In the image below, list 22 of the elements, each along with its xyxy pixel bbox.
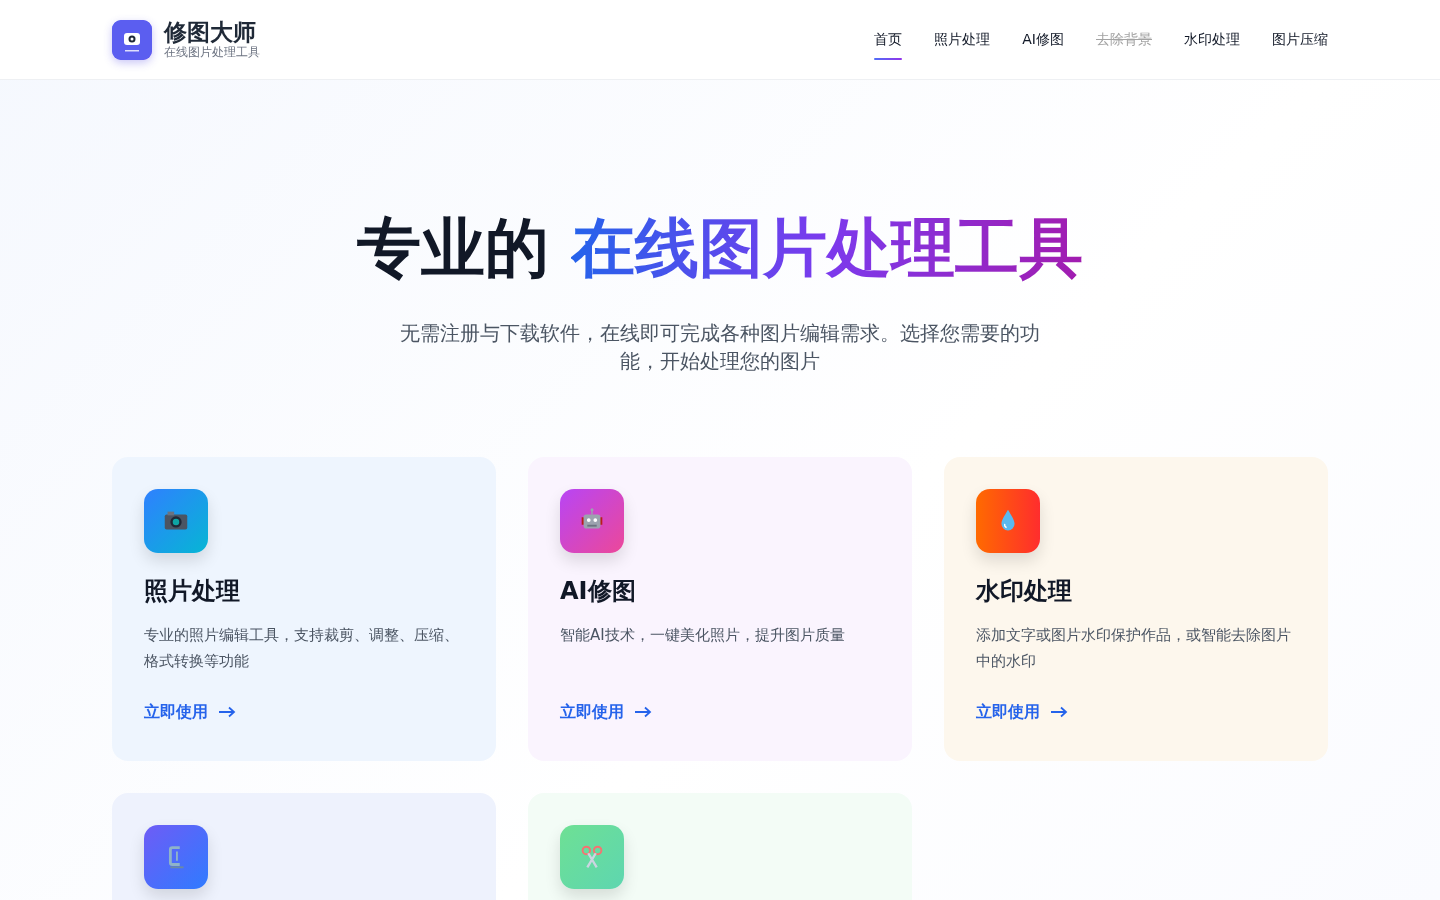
arrow-right-icon — [218, 705, 236, 718]
logo-icon — [112, 19, 152, 60]
feature-title: AI修图 — [560, 576, 637, 606]
nav-link[interactable]: 图片压缩 — [1272, 21, 1328, 58]
nav-link[interactable]: AI修图 — [1022, 21, 1064, 58]
use-now-link[interactable]: 立即使用 — [144, 699, 236, 724]
use-now-link[interactable]: 立即使用 — [560, 699, 652, 724]
feature-description: 添加文字或图片水印保护作品，或智能去除图片中的水印 — [976, 624, 1292, 672]
hero-title: 专业的 — [356, 211, 549, 285]
feature-description: 智能AI技术，一键美化照片，提升图片质量 — [560, 624, 846, 646]
brand-tagline: 在线图片处理工具 — [164, 44, 260, 60]
hero-subtitle: 无需注册与下载软件，在线即可完成各种图片编辑需求。选择您需要的功能，开始处理您的图片 — [399, 319, 1041, 375]
brand-name: 修图大师 — [164, 19, 257, 45]
feature-title: 照片处理 — [144, 576, 241, 606]
nav-link[interactable]: 首页 — [874, 21, 903, 58]
nav-link[interactable]: 水印处理 — [1184, 21, 1240, 58]
nav-link[interactable]: 照片处理 — [934, 21, 991, 58]
use-now-link[interactable]: 立即使用 — [976, 699, 1068, 724]
feature-title: 水印处理 — [976, 576, 1073, 606]
arrow-right-icon — [1050, 705, 1068, 718]
feature-description: 专业的照片编辑工具，支持裁剪、调整、压缩、格式转换等功能 — [144, 624, 460, 672]
arrow-right-icon — [634, 705, 652, 718]
